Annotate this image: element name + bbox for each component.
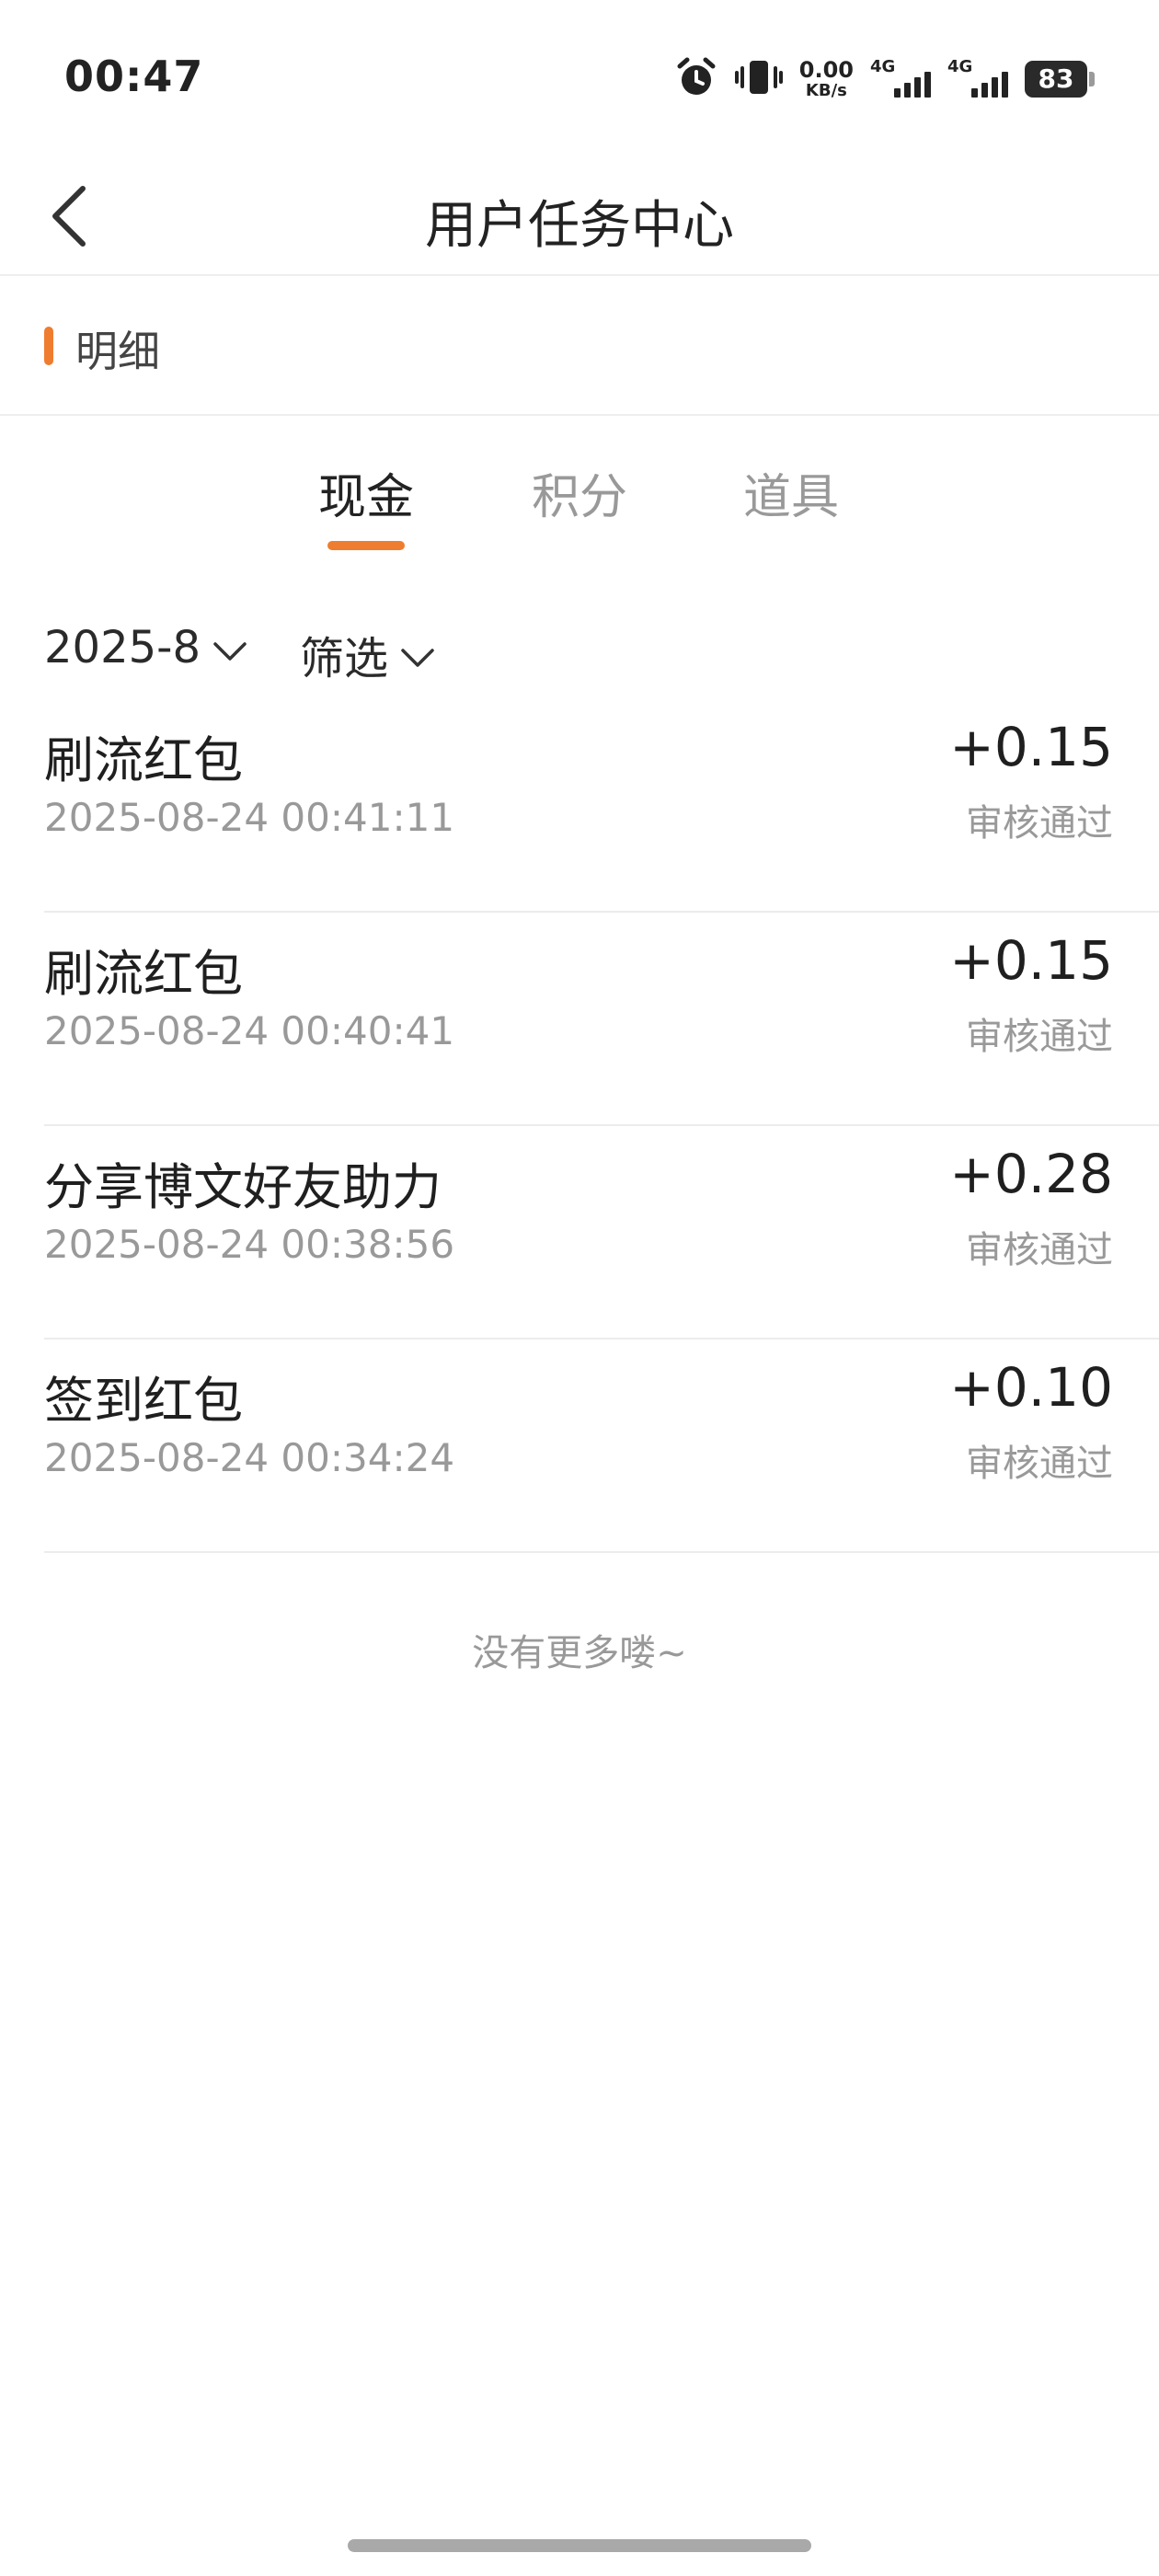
tab-points[interactable]: 积分 bbox=[506, 458, 653, 527]
record-time: 2025-08-24 00:40:41 bbox=[44, 1008, 455, 1053]
tab-items[interactable]: 道具 bbox=[717, 458, 865, 527]
list-item[interactable]: 刷流红包 2025-08-24 00:40:41 +0.15 审核通过 bbox=[44, 913, 1159, 1126]
vibrate-icon bbox=[734, 55, 783, 103]
chevron-down-icon bbox=[212, 622, 248, 673]
signal-label-sim1: 4G bbox=[870, 57, 896, 76]
record-title: 签到红包 bbox=[44, 1372, 243, 1430]
list-item[interactable]: 分享博文好友助力 2025-08-24 00:38:56 +0.28 审核通过 bbox=[44, 1126, 1159, 1340]
record-list: 刷流红包 2025-08-24 00:41:11 +0.15 审核通过 刷流红包… bbox=[0, 699, 1159, 1553]
status-icons: 0.00 KB/s 4G 4G 83 bbox=[674, 53, 1095, 105]
record-title: 分享博文好友助力 bbox=[44, 1158, 442, 1216]
section-title: 明细 bbox=[75, 327, 160, 376]
nav-bar: 用户任务中心 bbox=[0, 156, 1159, 276]
tab-bar: 现金 积分 道具 bbox=[0, 442, 1159, 561]
signal-icon-sim2: 4G bbox=[947, 57, 1008, 101]
record-status: 审核通过 bbox=[966, 1229, 1113, 1271]
battery-level: 83 bbox=[1025, 61, 1087, 98]
record-title: 刷流红包 bbox=[44, 731, 243, 789]
record-amount: +0.15 bbox=[949, 929, 1113, 992]
record-time: 2025-08-24 00:34:24 bbox=[44, 1435, 455, 1480]
network-speed-unit: KB/s bbox=[805, 81, 847, 100]
record-title: 刷流红包 bbox=[44, 945, 243, 1003]
record-status: 审核通过 bbox=[966, 1016, 1113, 1058]
month-selector[interactable]: 2025-8 bbox=[44, 622, 248, 673]
status-time: 00:47 bbox=[64, 52, 204, 101]
alarm-icon bbox=[674, 55, 718, 103]
chevron-down-icon bbox=[399, 628, 436, 680]
record-time: 2025-08-24 00:38:56 bbox=[44, 1222, 455, 1267]
record-status: 审核通过 bbox=[966, 802, 1113, 845]
status-bar: 00:47 0.00 KB/s 4G 4G 83 bbox=[0, 0, 1159, 156]
tab-indicator bbox=[327, 541, 405, 550]
list-item[interactable]: 刷流红包 2025-08-24 00:41:11 +0.15 审核通过 bbox=[44, 699, 1159, 913]
record-amount: +0.15 bbox=[949, 716, 1113, 778]
record-amount: +0.10 bbox=[949, 1356, 1113, 1419]
filter-row: 2025-8 筛选 bbox=[0, 607, 1159, 690]
signal-label-sim2: 4G bbox=[947, 57, 973, 76]
record-time: 2025-08-24 00:41:11 bbox=[44, 795, 455, 840]
list-item[interactable]: 签到红包 2025-08-24 00:34:24 +0.10 审核通过 bbox=[44, 1340, 1159, 1553]
signal-icon-sim1: 4G bbox=[870, 57, 931, 101]
month-value: 2025-8 bbox=[44, 622, 201, 673]
network-speed-value: 0.00 bbox=[798, 57, 854, 83]
section-header: 明细 bbox=[0, 276, 1159, 416]
filter-label: 筛选 bbox=[300, 633, 389, 684]
home-indicator[interactable] bbox=[348, 2539, 811, 2552]
network-speed: 0.00 KB/s bbox=[799, 59, 854, 99]
tab-cash[interactable]: 现金 bbox=[293, 458, 440, 527]
record-status: 审核通过 bbox=[966, 1443, 1113, 1485]
page-title: 用户任务中心 bbox=[425, 196, 734, 256]
battery-icon: 83 bbox=[1025, 61, 1095, 98]
no-more-text: 没有更多喽~ bbox=[472, 1632, 687, 1674]
filter-selector[interactable]: 筛选 bbox=[300, 622, 436, 686]
record-amount: +0.28 bbox=[949, 1143, 1113, 1205]
section-marker bbox=[44, 327, 53, 365]
